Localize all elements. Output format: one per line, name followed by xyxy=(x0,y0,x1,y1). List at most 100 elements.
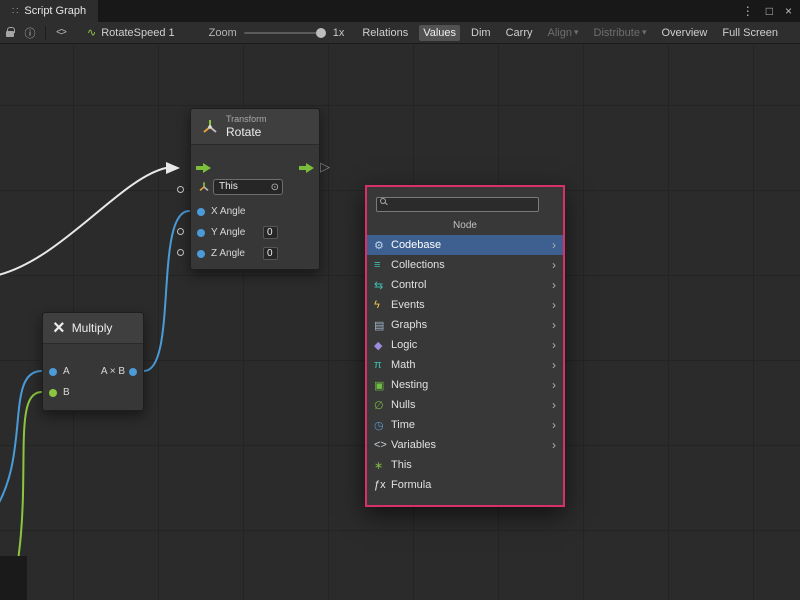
lock-button[interactable] xyxy=(0,23,20,43)
z-angle-port-socket[interactable] xyxy=(177,249,184,256)
y-angle-port[interactable] xyxy=(197,229,205,237)
rotate-node[interactable]: Transform Rotate This ⊙ X Angle xyxy=(190,108,320,270)
toolbar-button-label: Dim xyxy=(471,27,491,39)
graph-canvas[interactable]: ▷ Transform Rotate xyxy=(0,44,800,600)
finder-item-events[interactable]: ϟEvents› xyxy=(367,295,563,315)
chevron-right-icon: › xyxy=(552,258,556,272)
transform-icon xyxy=(201,118,219,136)
chevron-right-icon: › xyxy=(552,238,556,252)
this-field-value: This xyxy=(219,181,238,192)
node-title: Rotate xyxy=(226,125,267,139)
toolbar-button-label: Overview xyxy=(662,27,708,39)
zoom-value: 1x xyxy=(333,27,345,39)
flow-output-arrow-icon[interactable] xyxy=(299,163,314,173)
toolbar-button-carry[interactable]: Carry xyxy=(502,25,537,41)
finder-item-nesting[interactable]: ▣Nesting› xyxy=(367,375,563,395)
finder-item-variables[interactable]: <>Variables› xyxy=(367,435,563,455)
toolbar-button-full-screen[interactable]: Full Screen xyxy=(718,25,782,41)
finder-item-time[interactable]: ◷Time› xyxy=(367,415,563,435)
gear-icon: ⚙ xyxy=(374,239,391,252)
node-category: Transform xyxy=(226,114,267,125)
node-title: Multiply xyxy=(72,321,113,335)
variables-icon: <> xyxy=(374,439,391,451)
toolbar-divider xyxy=(45,26,46,40)
toolbar-button-values[interactable]: Values xyxy=(419,25,460,41)
chevron-right-icon: › xyxy=(552,398,556,412)
multiply-to-xangle-wire[interactable] xyxy=(144,211,189,371)
finder-item-label: Graphs xyxy=(391,319,552,331)
toolbar-button-overview[interactable]: Overview xyxy=(658,25,712,41)
finder-item-control[interactable]: ⇆Control› xyxy=(367,275,563,295)
multiply-node-header[interactable]: × Multiply xyxy=(43,313,143,344)
code-view-button[interactable]: <> xyxy=(51,23,71,43)
toolbar-button-label: Align xyxy=(548,27,572,39)
window-controls: ⋮ □ × xyxy=(742,4,800,18)
graph-breadcrumb[interactable]: ∿ RotateSpeed 1 xyxy=(87,26,175,39)
chevron-right-icon: › xyxy=(552,438,556,452)
multiply-node[interactable]: × Multiply A A × B B xyxy=(42,312,144,411)
node-finder-dialog: Node ⚙Codebase›≡Collections›⇆Control›ϟEv… xyxy=(365,185,565,507)
finder-item-logic[interactable]: ◆Logic› xyxy=(367,335,563,355)
zoom-slider[interactable] xyxy=(244,32,326,34)
flow-input-arrow-icon[interactable] xyxy=(196,163,211,173)
input-a-port[interactable] xyxy=(49,368,57,376)
this-object-field[interactable]: This ⊙ xyxy=(213,179,283,195)
output-port[interactable] xyxy=(129,368,137,376)
chevron-right-icon: › xyxy=(552,358,556,372)
finder-item-collections[interactable]: ≡Collections› xyxy=(367,255,563,275)
restore-window-icon[interactable]: □ xyxy=(766,4,773,18)
x-angle-port[interactable] xyxy=(197,208,205,216)
zoom-label: Zoom xyxy=(209,27,237,39)
flow-wire-arrowhead-icon xyxy=(166,162,180,174)
this-port-socket[interactable] xyxy=(177,186,184,193)
flow-wire[interactable] xyxy=(0,168,166,276)
y-angle-port-socket[interactable] xyxy=(177,228,184,235)
output-label: A × B xyxy=(101,366,125,377)
toolbar-button-distribute[interactable]: Distribute▾ xyxy=(590,25,651,41)
finder-item-math[interactable]: πMath› xyxy=(367,355,563,375)
finder-item-this[interactable]: ∗This xyxy=(367,455,563,475)
finder-item-graphs[interactable]: ▤Graphs› xyxy=(367,315,563,335)
info-button[interactable]: ⓘ xyxy=(20,23,40,43)
kebab-menu-icon[interactable]: ⋮ xyxy=(742,4,754,18)
toolbar-button-label: Relations xyxy=(362,27,408,39)
multiply-icon: × xyxy=(53,318,65,338)
chevron-right-icon: › xyxy=(552,278,556,292)
y-angle-value-field[interactable]: 0 xyxy=(263,226,278,239)
toolbar-button-label: Values xyxy=(423,27,456,39)
close-window-icon[interactable]: × xyxy=(785,4,792,18)
finder-item-formula[interactable]: ƒxFormula xyxy=(367,475,563,495)
z-angle-label: Z Angle xyxy=(211,248,245,259)
zoom-control: Zoom 1x xyxy=(209,27,345,39)
finder-item-nulls[interactable]: ∅Nulls› xyxy=(367,395,563,415)
toolbar-button-dim[interactable]: Dim xyxy=(467,25,495,41)
chevron-right-icon: › xyxy=(552,318,556,332)
input-a-wire[interactable] xyxy=(0,371,41,514)
node-search-input[interactable] xyxy=(376,197,539,212)
object-picker-icon[interactable]: ⊙ xyxy=(271,181,279,195)
chevron-right-icon: › xyxy=(552,298,556,312)
toolbar-button-relations[interactable]: Relations xyxy=(358,25,412,41)
script-graph-icon: ∷ xyxy=(12,6,18,17)
finder-item-label: Events xyxy=(391,299,552,311)
finder-item-label: Time xyxy=(391,419,552,431)
rotate-node-header[interactable]: Transform Rotate xyxy=(191,109,319,145)
finder-item-label: Control xyxy=(391,279,552,291)
tab-script-graph[interactable]: ∷ Script Graph xyxy=(0,0,98,22)
dropdown-caret-icon: ▾ xyxy=(574,27,579,38)
z-angle-value-field[interactable]: 0 xyxy=(263,247,278,260)
search-icon xyxy=(380,198,386,204)
input-a-label: A xyxy=(63,366,70,377)
toolbar-button-align[interactable]: Align▾ xyxy=(544,25,583,41)
toolbar-buttons: Relations Values Dim Carry Align▾ Distribute▾… xyxy=(358,25,800,41)
background-panel-corner xyxy=(0,556,27,600)
zoom-slider-handle[interactable] xyxy=(316,28,326,38)
toolbar-button-label: Carry xyxy=(506,27,533,39)
ghost-flow-output-icon: ▷ xyxy=(320,159,330,175)
nesting-icon: ▣ xyxy=(374,379,391,392)
this-icon: ∗ xyxy=(374,459,391,472)
finder-item-codebase[interactable]: ⚙Codebase› xyxy=(367,235,563,255)
graph-name: RotateSpeed 1 xyxy=(101,27,174,39)
z-angle-port[interactable] xyxy=(197,250,205,258)
input-b-port[interactable] xyxy=(49,389,57,397)
